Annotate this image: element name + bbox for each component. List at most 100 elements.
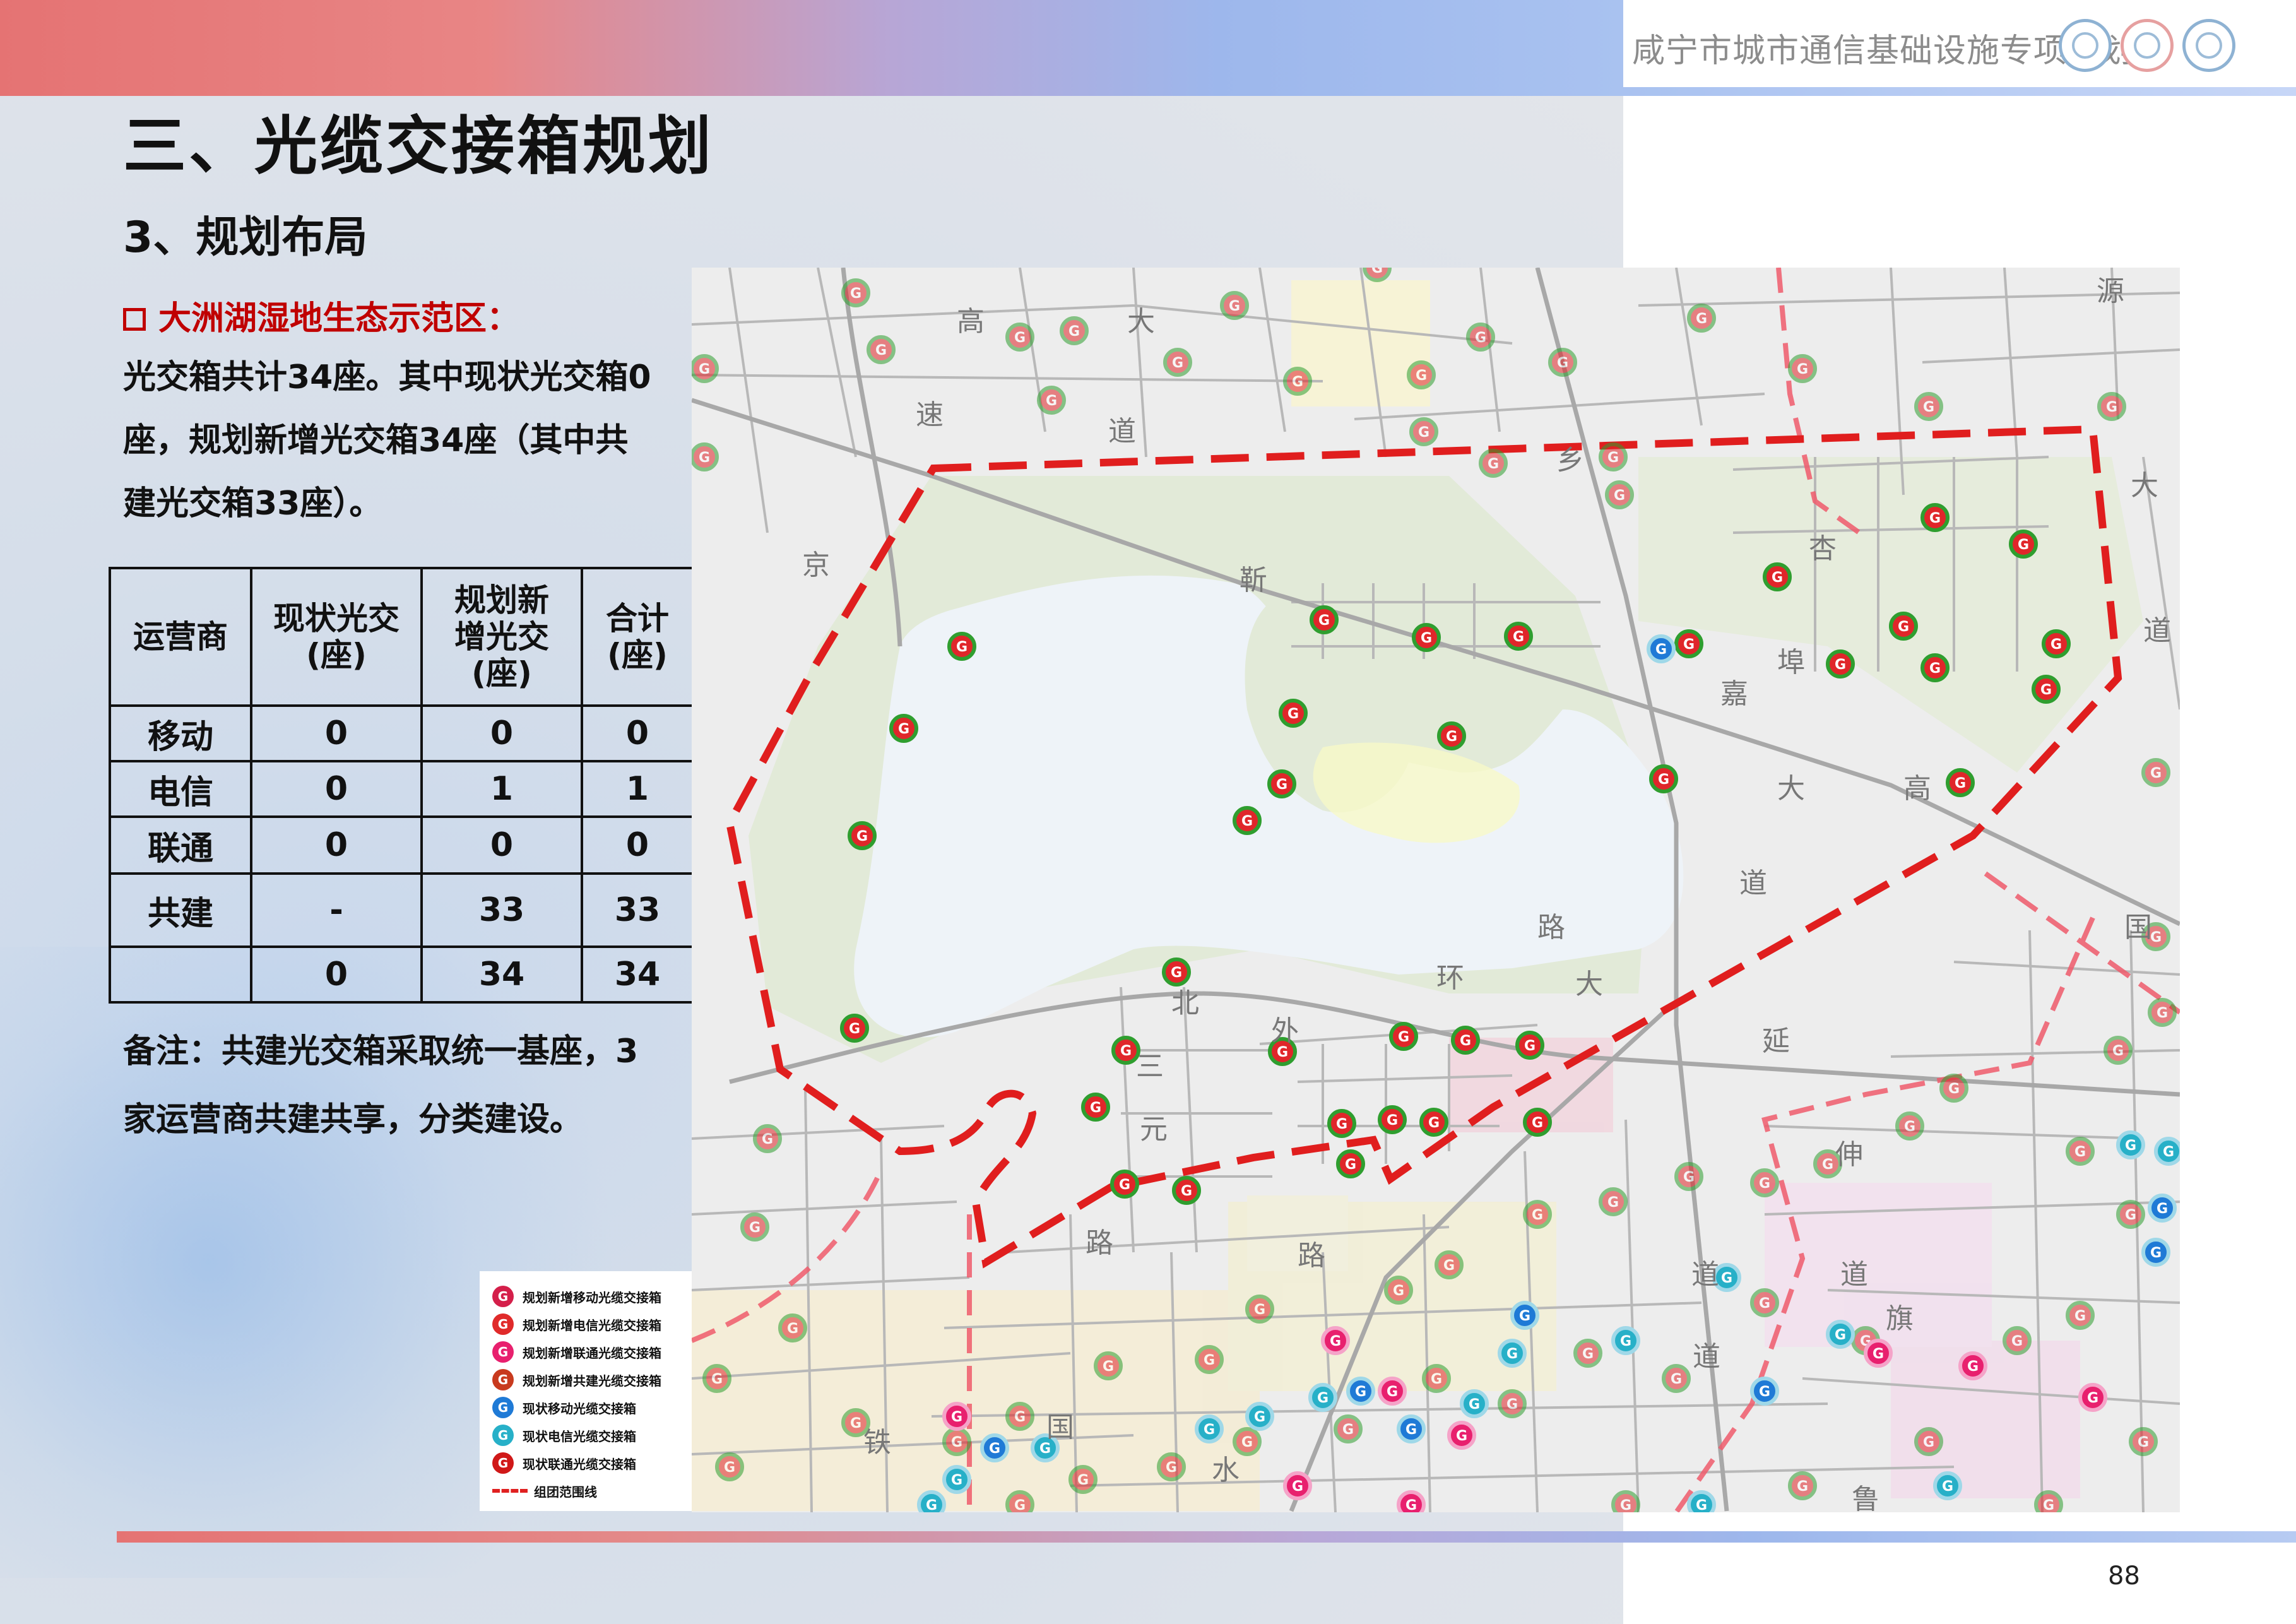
fiber-cabinet-marker: G bbox=[2032, 675, 2061, 704]
svg-text:G: G bbox=[1524, 1038, 1536, 1054]
fiber-cabinet-marker: G bbox=[1460, 1389, 1489, 1418]
svg-text:G: G bbox=[856, 829, 868, 845]
svg-text:G: G bbox=[2087, 1390, 2098, 1406]
map-place-label: 鲁 bbox=[1852, 1483, 1879, 1512]
svg-text:G: G bbox=[1405, 1422, 1417, 1438]
legend-item: 组团范围线 bbox=[492, 1478, 597, 1503]
map-place-label: 大 bbox=[1777, 773, 1805, 805]
note-line: 备注：共建光交箱采取统一基座，3 bbox=[123, 1033, 639, 1070]
china-telecom-logo bbox=[2182, 19, 2235, 72]
fiber-cabinet-marker: G bbox=[2066, 1137, 2095, 1166]
cell-operator bbox=[109, 945, 252, 1004]
fiber-cabinet-marker: G bbox=[1451, 1026, 1480, 1055]
fiber-cabinet-marker: G bbox=[1939, 1074, 1968, 1103]
fiber-cabinet-marker: G bbox=[1195, 1345, 1224, 1374]
fiber-cabinet-marker: G bbox=[2141, 1238, 2170, 1267]
cell-total: 1 bbox=[581, 760, 694, 818]
svg-text:G: G bbox=[1671, 1372, 1682, 1387]
svg-text:G: G bbox=[951, 1473, 962, 1488]
fiber-cabinet-marker: G bbox=[1412, 623, 1441, 652]
svg-text:G: G bbox=[1620, 1334, 1631, 1349]
fiber-cabinet-marker: G bbox=[753, 1124, 782, 1153]
fiber-cabinet-marker: G bbox=[2078, 1383, 2107, 1412]
fiber-cabinet-marker: G bbox=[1599, 1187, 1628, 1216]
map-place-label: 乡 bbox=[1556, 444, 1584, 477]
svg-text:G: G bbox=[1181, 1183, 1192, 1199]
map-place-label: 大 bbox=[1127, 305, 1155, 338]
svg-text:G: G bbox=[2125, 1207, 2136, 1223]
svg-text:G: G bbox=[1658, 772, 1669, 788]
svg-text:G: G bbox=[1929, 511, 1941, 526]
svg-text:G: G bbox=[1241, 814, 1253, 829]
header-existing-line: 现状光交 bbox=[273, 600, 399, 637]
svg-text:G: G bbox=[926, 1498, 937, 1512]
map-place-label: 高 bbox=[957, 305, 985, 338]
fiber-cabinet-marker: G bbox=[1914, 392, 1943, 421]
header-total-line: 合计 bbox=[606, 600, 669, 637]
page-title: 三、光缆交接箱规划 bbox=[123, 109, 714, 183]
svg-text:G: G bbox=[1317, 1390, 1328, 1406]
fiber-cabinet-marker: G bbox=[889, 714, 918, 743]
fiber-cabinet-marker: G bbox=[1605, 480, 1634, 509]
fiber-cabinet-marker: G bbox=[1895, 1111, 1924, 1141]
fiber-cabinet-marker: G bbox=[1435, 1250, 1464, 1279]
fiber-cabinet-marker: G bbox=[1750, 1168, 1779, 1197]
cell-existing: - bbox=[250, 872, 423, 948]
cell-total: 33 bbox=[581, 872, 694, 948]
legend-label: 规划新增联通光缆交接箱 bbox=[523, 1345, 661, 1361]
svg-text:G: G bbox=[1166, 1460, 1177, 1476]
svg-text:G: G bbox=[2018, 537, 2029, 553]
fiber-cabinet-marker: G bbox=[947, 632, 976, 661]
cell-operator: 联通 bbox=[109, 815, 252, 875]
fiber-cabinet-marker: G bbox=[1523, 1108, 1552, 1137]
fiber-cabinet-marker: G bbox=[1447, 1421, 1476, 1450]
fiber-cabinet-marker: G bbox=[1384, 1276, 1413, 1305]
svg-text:G: G bbox=[2125, 1138, 2136, 1154]
svg-text:G: G bbox=[1398, 1029, 1409, 1045]
fiber-cabinet-marker: G bbox=[1397, 1490, 1426, 1512]
map-place-label: 大 bbox=[1575, 968, 1603, 1000]
svg-text:G: G bbox=[1014, 330, 1026, 346]
fiber-cabinet-marker: G bbox=[1958, 1351, 1987, 1380]
legend-item: G 现状联通光缆交接箱 bbox=[492, 1450, 636, 1476]
fiber-cabinet-marker: G bbox=[1283, 1471, 1312, 1500]
svg-text:G: G bbox=[956, 639, 968, 655]
svg-text:G: G bbox=[1532, 1115, 1543, 1131]
planning-map: G G G G G G G G G G G G G G G G G G G G G G G G G G G G G G G G G G G G G G G G… bbox=[692, 268, 2180, 1512]
svg-text:G: G bbox=[1506, 1397, 1518, 1413]
svg-text:G: G bbox=[1287, 706, 1299, 722]
summary-line: 建光交箱33座）。 bbox=[123, 485, 382, 523]
svg-text:G: G bbox=[2043, 1498, 2054, 1512]
svg-text:G: G bbox=[1443, 1258, 1455, 1274]
fiber-cabinet-marker: G bbox=[1111, 1036, 1140, 1065]
china-mobile-logo bbox=[2059, 19, 2112, 72]
svg-text:G: G bbox=[1557, 355, 1568, 371]
cell-planned: 34 bbox=[420, 945, 583, 1004]
fiber-cabinet-marker: G bbox=[1933, 1471, 1962, 1500]
svg-text:G: G bbox=[1292, 374, 1303, 390]
g-marker-icon: G bbox=[492, 1397, 514, 1418]
fiber-cabinet-marker: G bbox=[1081, 1093, 1110, 1122]
fiber-cabinet-marker: G bbox=[942, 1465, 971, 1494]
map-place-label: 高 bbox=[1903, 773, 1931, 805]
svg-text:G: G bbox=[2074, 1144, 2086, 1160]
map-place-label: 道 bbox=[1739, 867, 1767, 899]
map-place-label: 源 bbox=[2097, 275, 2124, 307]
cell-existing: 0 bbox=[250, 945, 423, 1004]
legend-item: G 规划新增共建光缆交接箱 bbox=[492, 1367, 661, 1392]
map-place-label: 北 bbox=[1171, 987, 1199, 1019]
svg-text:G: G bbox=[1929, 661, 1941, 677]
fiber-cabinet-marker: G bbox=[1523, 1200, 1552, 1229]
cell-total: 0 bbox=[581, 704, 694, 762]
table-row: 移动 0 0 0 bbox=[109, 704, 694, 762]
svg-text:G: G bbox=[1077, 1473, 1089, 1488]
fiber-cabinet-marker: G bbox=[867, 335, 896, 364]
fiber-cabinet-marker: G bbox=[692, 442, 719, 471]
fiber-cabinet-marker: G bbox=[1510, 1301, 1539, 1330]
fiber-cabinet-marker: G bbox=[715, 1452, 744, 1481]
fiber-cabinet-marker: G bbox=[2141, 758, 2170, 787]
table-row: 共建 - 33 33 bbox=[109, 872, 694, 948]
fiber-cabinet-marker: G bbox=[1327, 1109, 1356, 1138]
svg-text:G: G bbox=[1582, 1346, 1594, 1362]
map-place-label: 道 bbox=[1693, 1341, 1720, 1373]
